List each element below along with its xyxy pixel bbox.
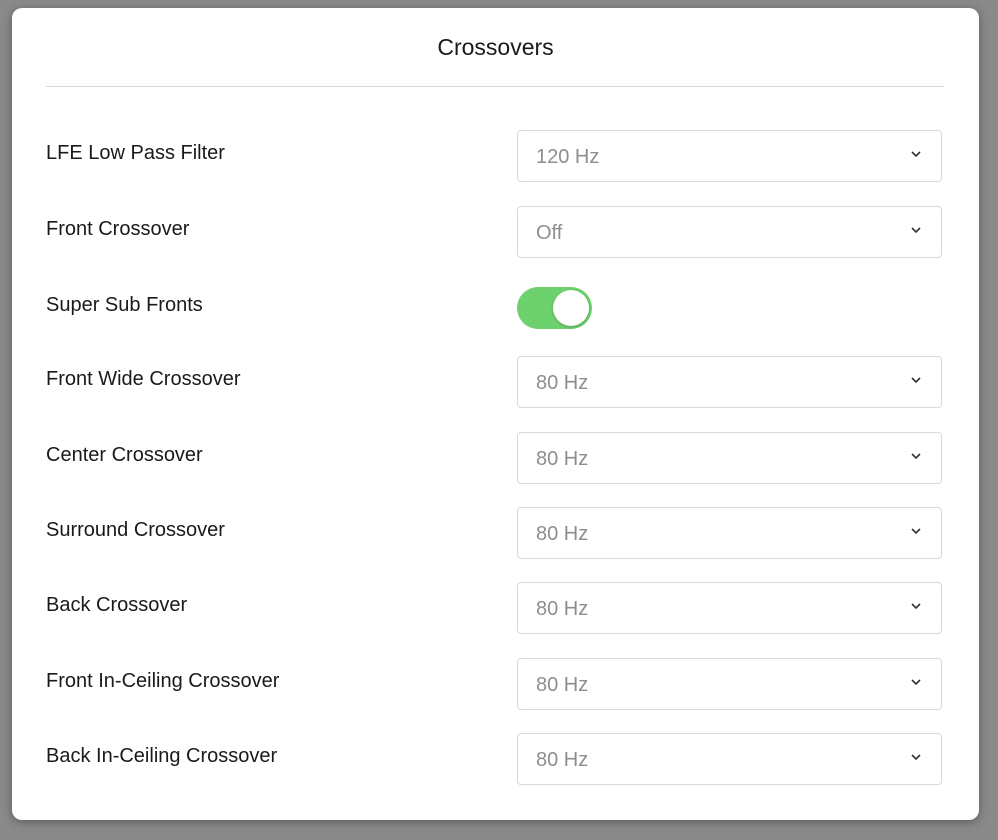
setting-row-front-crossover: Front Crossover Off	[46, 206, 944, 262]
back-in-ceiling-crossover-select[interactable]: 80 Hz	[517, 733, 942, 785]
select-value: 80 Hz	[536, 749, 589, 771]
super-sub-fronts-toggle[interactable]	[517, 287, 592, 329]
setting-row-center-crossover: Center Crossover 80 Hz	[46, 432, 944, 488]
chevron-down-icon	[911, 528, 921, 535]
setting-row-back-in-ceiling-crossover: Back In-Ceiling Crossover 80 Hz	[46, 733, 944, 789]
chevron-down-icon	[911, 227, 921, 234]
surround-crossover-select[interactable]: 80 Hz	[517, 507, 942, 559]
setting-row-back-crossover: Back Crossover 80 Hz	[46, 582, 944, 638]
setting-label: Center Crossover	[46, 444, 203, 466]
chevron-down-icon	[911, 151, 921, 158]
setting-row-surround-crossover: Surround Crossover 80 Hz	[46, 507, 944, 563]
chevron-down-icon	[911, 679, 921, 686]
setting-label: LFE Low Pass Filter	[46, 142, 225, 164]
setting-label: Super Sub Fronts	[46, 294, 203, 316]
front-crossover-select[interactable]: Off	[517, 206, 942, 258]
select-value: Off	[536, 222, 563, 244]
front-wide-crossover-select[interactable]: 80 Hz	[517, 356, 942, 408]
chevron-down-icon	[911, 603, 921, 610]
center-crossover-select[interactable]: 80 Hz	[517, 432, 942, 484]
crossovers-panel: Crossovers LFE Low Pass Filter 120 Hz Fr…	[12, 8, 979, 820]
front-in-ceiling-crossover-select[interactable]: 80 Hz	[517, 658, 942, 710]
title-divider	[46, 86, 944, 87]
setting-label: Front Wide Crossover	[46, 368, 241, 390]
setting-label: Front In-Ceiling Crossover	[46, 670, 280, 692]
select-value: 80 Hz	[536, 372, 589, 394]
chevron-down-icon	[911, 377, 921, 384]
setting-label: Surround Crossover	[46, 519, 225, 541]
select-value: 80 Hz	[536, 598, 589, 620]
select-value: 80 Hz	[536, 674, 589, 696]
chevron-down-icon	[911, 453, 921, 460]
setting-row-front-in-ceiling-crossover: Front In-Ceiling Crossover 80 Hz	[46, 658, 944, 714]
chevron-down-icon	[911, 754, 921, 761]
select-value: 120 Hz	[536, 146, 600, 168]
back-crossover-select[interactable]: 80 Hz	[517, 582, 942, 634]
setting-label: Back In-Ceiling Crossover	[46, 745, 278, 767]
select-value: 80 Hz	[536, 448, 589, 470]
setting-row-lfe-low-pass-filter: LFE Low Pass Filter 120 Hz	[46, 130, 944, 186]
select-value: 80 Hz	[536, 523, 589, 545]
setting-row-front-wide-crossover: Front Wide Crossover 80 Hz	[46, 356, 944, 412]
setting-label: Front Crossover	[46, 218, 190, 240]
lfe-low-pass-filter-select[interactable]: 120 Hz	[517, 130, 942, 182]
toggle-knob	[553, 290, 589, 326]
setting-label: Back Crossover	[46, 594, 188, 616]
page-title: Crossovers	[437, 34, 554, 60]
setting-row-super-sub-fronts: Super Sub Fronts	[46, 286, 944, 342]
